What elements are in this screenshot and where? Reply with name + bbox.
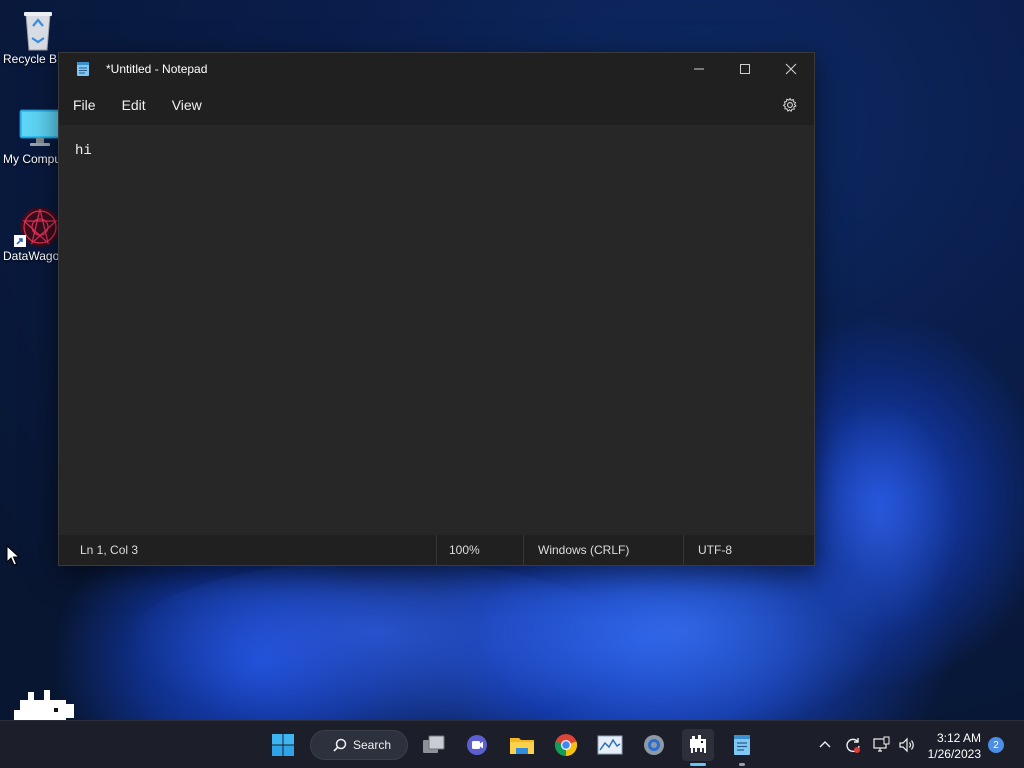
chrome-icon: [554, 734, 578, 757]
menu-view[interactable]: View: [159, 97, 215, 113]
notepad-window[interactable]: *Untitled - Notepad File Edit View hi Ln…: [58, 52, 815, 566]
taskbar-chrome[interactable]: [550, 729, 582, 761]
taskbar-teams-chat[interactable]: [461, 729, 493, 761]
volume-icon[interactable]: [898, 736, 916, 754]
status-bar: Ln 1, Col 3 100% Windows (CRLF) UTF-8: [59, 535, 814, 565]
taskbar-clock[interactable]: 3:12 AM 1/26/2023: [928, 730, 981, 762]
title-bar[interactable]: *Untitled - Notepad: [59, 53, 814, 85]
close-icon: [785, 63, 797, 75]
clock-time: 3:12 AM: [936, 731, 981, 745]
taskbar-settings[interactable]: [638, 729, 670, 761]
minimize-button[interactable]: [676, 53, 722, 85]
window-title: *Untitled - Notepad: [106, 62, 208, 76]
desktop-icon-datawagon[interactable]: DataWago: [0, 205, 64, 263]
mouse-cursor-icon: [6, 545, 20, 566]
running-indicator: [739, 763, 745, 766]
notepad-icon: [734, 735, 750, 755]
desktop-icon-my-computer[interactable]: My Compu: [0, 108, 64, 166]
notification-badge[interactable]: 2: [988, 737, 1004, 753]
datawagon-icon: [690, 735, 706, 753]
start-button[interactable]: [267, 729, 299, 761]
taskbar-datawagon[interactable]: [682, 729, 714, 766]
close-button[interactable]: [768, 53, 814, 85]
performance-monitor-icon: [597, 735, 623, 755]
status-line-ending: Windows (CRLF): [523, 535, 683, 565]
taskbar-task-view[interactable]: [418, 729, 450, 761]
taskbar-file-explorer[interactable]: [506, 729, 538, 761]
maximize-icon: [740, 64, 750, 74]
menu-bar: File Edit View: [59, 85, 814, 125]
settings-button[interactable]: [766, 85, 814, 125]
text-editor[interactable]: hi: [59, 125, 814, 535]
desktop-icon-label: DataWago: [3, 249, 60, 263]
gear-icon: [782, 97, 797, 113]
minimize-icon: [694, 68, 704, 70]
taskbar: Search 3:12 AM 1/26/2023 2: [0, 720, 1024, 768]
maximize-button[interactable]: [722, 53, 768, 85]
editor-content: hi: [75, 143, 92, 159]
chevron-up-icon[interactable]: [818, 738, 832, 752]
desktop-icon-recycle-bin[interactable]: Recycle B: [0, 8, 64, 66]
desktop-icon-label: Recycle B: [3, 52, 58, 66]
datawagon-icon: [14, 205, 60, 247]
active-indicator: [690, 763, 706, 766]
status-encoding: UTF-8: [683, 535, 732, 565]
shortcut-arrow-icon: [14, 235, 26, 247]
recycle-bin-icon: [18, 8, 58, 51]
desktop-icon-label: My Compu: [3, 152, 62, 166]
search-label: Search: [353, 738, 392, 752]
notepad-icon: [77, 62, 89, 76]
search-icon: [333, 738, 347, 752]
teams-chat-icon: [467, 735, 487, 755]
network-icon[interactable]: [872, 736, 890, 754]
clock-date: 1/26/2023: [927, 747, 981, 761]
monitor-icon: [18, 108, 61, 148]
windows-logo-icon: [272, 734, 294, 756]
menu-edit[interactable]: Edit: [109, 97, 159, 113]
status-cursor-position: Ln 1, Col 3: [80, 543, 139, 557]
taskbar-performance-monitor[interactable]: [594, 729, 626, 761]
sync-icon[interactable]: [844, 736, 862, 754]
task-view-icon: [423, 735, 445, 753]
settings-icon: [644, 735, 664, 755]
menu-file[interactable]: File: [59, 97, 109, 113]
status-zoom: 100%: [436, 535, 523, 565]
taskbar-search[interactable]: Search: [310, 730, 408, 760]
system-tray: [818, 721, 916, 768]
taskbar-notepad[interactable]: [726, 729, 758, 766]
file-explorer-icon: [510, 738, 534, 754]
